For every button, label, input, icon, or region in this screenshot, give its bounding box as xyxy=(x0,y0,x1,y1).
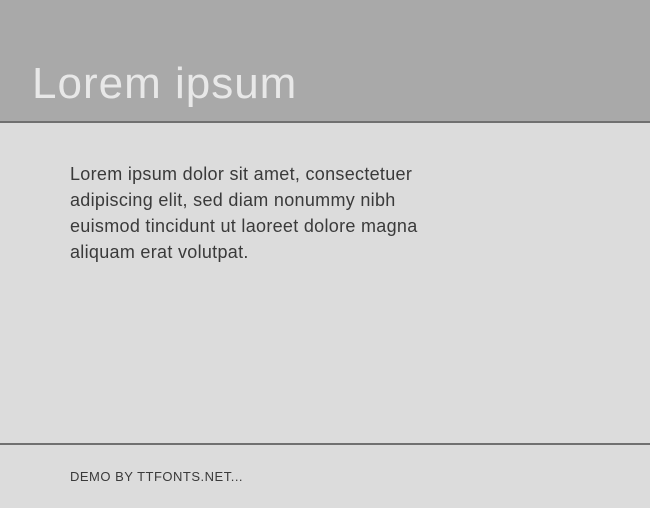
body-text: Lorem ipsum dolor sit amet, consectetuer… xyxy=(70,161,470,265)
footer: DEMO BY TTFONTS.NET... xyxy=(0,443,650,508)
footer-text: DEMO BY TTFONTS.NET... xyxy=(70,469,580,484)
header: Lorem ipsum xyxy=(0,0,650,123)
page-title: Lorem ipsum xyxy=(32,59,297,109)
content-area: Lorem ipsum dolor sit amet, consectetuer… xyxy=(0,123,650,443)
